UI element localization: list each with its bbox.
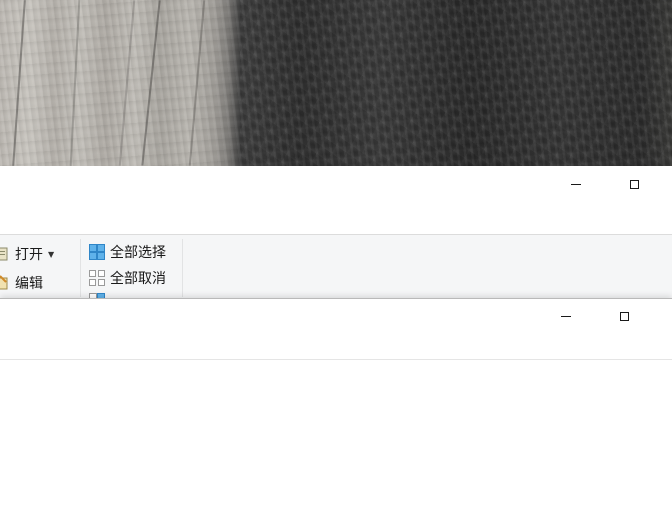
desktop-wallpaper (0, 0, 672, 166)
select-none-icon (89, 270, 105, 286)
caret-down-icon[interactable]: ▼ (48, 250, 54, 259)
open-button[interactable]: 打开 ▼ (0, 243, 54, 265)
ribbon-toolbar: 打开 ▼ 编辑 全部选择 全部取消 (0, 234, 672, 299)
front-window-titlebar (0, 299, 672, 360)
select-all-button[interactable]: 全部选择 (89, 241, 166, 263)
maximize-icon (620, 312, 629, 321)
rock-texture (141, 0, 161, 166)
ribbon-group-divider (182, 239, 183, 297)
edit-icon (0, 275, 10, 291)
front-window-content (0, 360, 672, 516)
select-all-icon (89, 244, 105, 260)
rock-texture (188, 0, 206, 166)
front-maximize-button[interactable] (602, 301, 648, 331)
edit-button[interactable]: 编辑 (0, 272, 43, 294)
edit-label: 编辑 (15, 276, 43, 292)
rock-texture (69, 0, 81, 166)
back-maximize-button[interactable] (612, 168, 658, 198)
ribbon-group-divider (80, 239, 81, 297)
select-all-label: 全部选择 (110, 245, 166, 261)
front-explorer-window (0, 298, 672, 516)
open-icon (0, 246, 10, 262)
back-minimize-button[interactable] (554, 168, 600, 198)
back-explorer-window: 打开 ▼ 编辑 全部选择 全部取消 (0, 166, 672, 299)
rock-texture (12, 0, 26, 166)
minimize-icon (561, 316, 571, 317)
minimize-icon (571, 184, 581, 185)
select-none-label: 全部取消 (110, 271, 166, 287)
maximize-icon (630, 180, 639, 189)
front-minimize-button[interactable] (544, 301, 590, 331)
rock-texture (118, 0, 136, 166)
select-none-button[interactable]: 全部取消 (89, 267, 166, 289)
open-label: 打开 (15, 247, 43, 263)
back-window-titlebar (0, 166, 672, 234)
